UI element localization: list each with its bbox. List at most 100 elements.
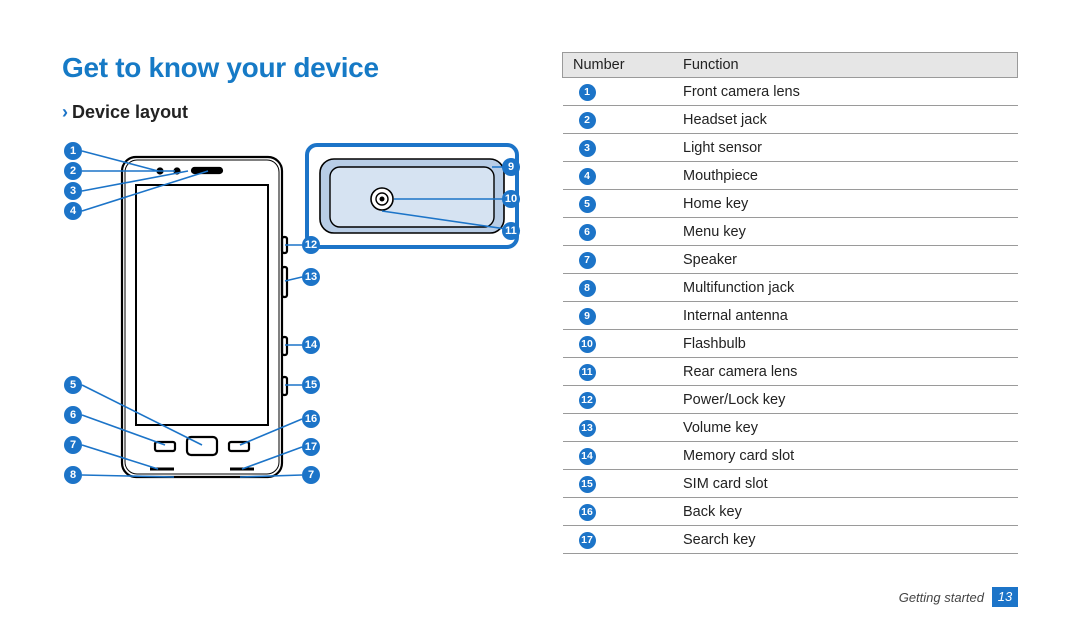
callout-14: 14: [302, 336, 320, 354]
row-number-cell: 11: [563, 358, 674, 386]
row-function-cell: Multifunction jack: [673, 274, 1018, 302]
table-row: 6 Menu key: [563, 218, 1018, 246]
chevron-icon: ›: [62, 102, 68, 123]
callout-12: 12: [302, 236, 320, 254]
callout-16: 16: [302, 410, 320, 428]
row-number-cell: 10: [563, 330, 674, 358]
row-number-cell: 14: [563, 442, 674, 470]
row-function-cell: Front camera lens: [673, 78, 1018, 106]
number-circle-icon: 4: [579, 168, 596, 185]
row-number-cell: 5: [563, 190, 674, 218]
row-function-cell: Speaker: [673, 246, 1018, 274]
number-circle-icon: 15: [579, 476, 596, 493]
table-row: 10 Flashbulb: [563, 330, 1018, 358]
row-function-cell: Search key: [673, 526, 1018, 554]
number-circle-icon: 1: [579, 84, 596, 101]
table-header-row: Number Function: [563, 53, 1018, 78]
row-function-cell: Internal antenna: [673, 302, 1018, 330]
row-function-cell: Light sensor: [673, 134, 1018, 162]
row-function-cell: Mouthpiece: [673, 162, 1018, 190]
number-circle-icon: 3: [579, 140, 596, 157]
row-number-cell: 16: [563, 498, 674, 526]
callout-1: 1: [64, 142, 82, 160]
row-number-cell: 4: [563, 162, 674, 190]
number-circle-icon: 13: [579, 420, 596, 437]
number-circle-icon: 2: [579, 112, 596, 129]
callout-7b: 7: [302, 466, 320, 484]
callout-5: 5: [64, 376, 82, 394]
number-circle-icon: 6: [579, 224, 596, 241]
table-row: 17 Search key: [563, 526, 1018, 554]
callout-3: 3: [64, 182, 82, 200]
page-footer: Getting started 13: [899, 587, 1018, 607]
number-circle-icon: 12: [579, 392, 596, 409]
callout-11: 11: [502, 222, 520, 240]
row-number-cell: 1: [563, 78, 674, 106]
callout-17: 17: [302, 438, 320, 456]
callout-10: 10: [502, 190, 520, 208]
row-number-cell: 17: [563, 526, 674, 554]
callout-15: 15: [302, 376, 320, 394]
header-function: Function: [673, 53, 1018, 78]
callout-8: 8: [64, 466, 82, 484]
table-row: 8 Multifunction jack: [563, 274, 1018, 302]
row-number-cell: 6: [563, 218, 674, 246]
row-number-cell: 9: [563, 302, 674, 330]
row-number-cell: 8: [563, 274, 674, 302]
table-row: 13 Volume key: [563, 414, 1018, 442]
row-number-cell: 2: [563, 106, 674, 134]
number-circle-icon: 14: [579, 448, 596, 465]
callout-6: 6: [64, 406, 82, 424]
row-number-cell: 7: [563, 246, 674, 274]
table-row: 16 Back key: [563, 498, 1018, 526]
device-diagram: 1 2 3 4 5 6 7 8 12 13 14 15 16 17 7 9 10…: [62, 137, 522, 537]
row-function-cell: SIM card slot: [673, 470, 1018, 498]
parts-table: Number Function 1 Front camera lens 2 Heads…: [562, 52, 1018, 554]
table-row: 5 Home key: [563, 190, 1018, 218]
row-function-cell: Flashbulb: [673, 330, 1018, 358]
number-circle-icon: 7: [579, 252, 596, 269]
table-row: 7 Speaker: [563, 246, 1018, 274]
callout-7: 7: [64, 436, 82, 454]
callout-13: 13: [302, 268, 320, 286]
table-row: 15 SIM card slot: [563, 470, 1018, 498]
row-function-cell: Home key: [673, 190, 1018, 218]
table-row: 1 Front camera lens: [563, 78, 1018, 106]
header-number: Number: [563, 53, 674, 78]
table-row: 9 Internal antenna: [563, 302, 1018, 330]
table-row: 11Rear camera lens: [563, 358, 1018, 386]
row-function-cell: Memory card slot: [673, 442, 1018, 470]
manual-page: Get to know your device › Device layout: [0, 0, 1080, 629]
table-row: 2 Headset jack: [563, 106, 1018, 134]
row-function-cell: Volume key: [673, 414, 1018, 442]
row-number-cell: 15: [563, 470, 674, 498]
page-title: Get to know your device: [62, 52, 522, 84]
callout-4: 4: [64, 202, 82, 220]
row-function-cell: Headset jack: [673, 106, 1018, 134]
number-circle-icon: 8: [579, 280, 596, 297]
device-svg: [62, 137, 522, 537]
number-circle-icon: 9: [579, 308, 596, 325]
row-number-cell: 12: [563, 386, 674, 414]
table-row: 3 Light sensor: [563, 134, 1018, 162]
number-circle-icon: 16: [579, 504, 596, 521]
section-subheading: › Device layout: [62, 102, 522, 123]
row-number-cell: 13: [563, 414, 674, 442]
number-circle-icon: 5: [579, 196, 596, 213]
row-function-cell: Menu key: [673, 218, 1018, 246]
left-column: Get to know your device › Device layout: [62, 52, 522, 599]
table-row: 12 Power/Lock key: [563, 386, 1018, 414]
callout-9: 9: [502, 158, 520, 176]
number-circle-icon: 17: [579, 532, 596, 549]
row-function-cell: Power/Lock key: [673, 386, 1018, 414]
row-number-cell: 3: [563, 134, 674, 162]
footer-page-number: 13: [992, 587, 1018, 607]
row-function-cell: Back key: [673, 498, 1018, 526]
number-circle-icon: 10: [579, 336, 596, 353]
footer-section: Getting started: [899, 590, 984, 605]
table-row: 4 Mouthpiece: [563, 162, 1018, 190]
right-column: Number Function 1 Front camera lens 2 Heads…: [562, 52, 1018, 599]
subhead-text: Device layout: [72, 102, 188, 123]
table-row: 14 Memory card slot: [563, 442, 1018, 470]
row-function-cell: Rear camera lens: [673, 358, 1018, 386]
